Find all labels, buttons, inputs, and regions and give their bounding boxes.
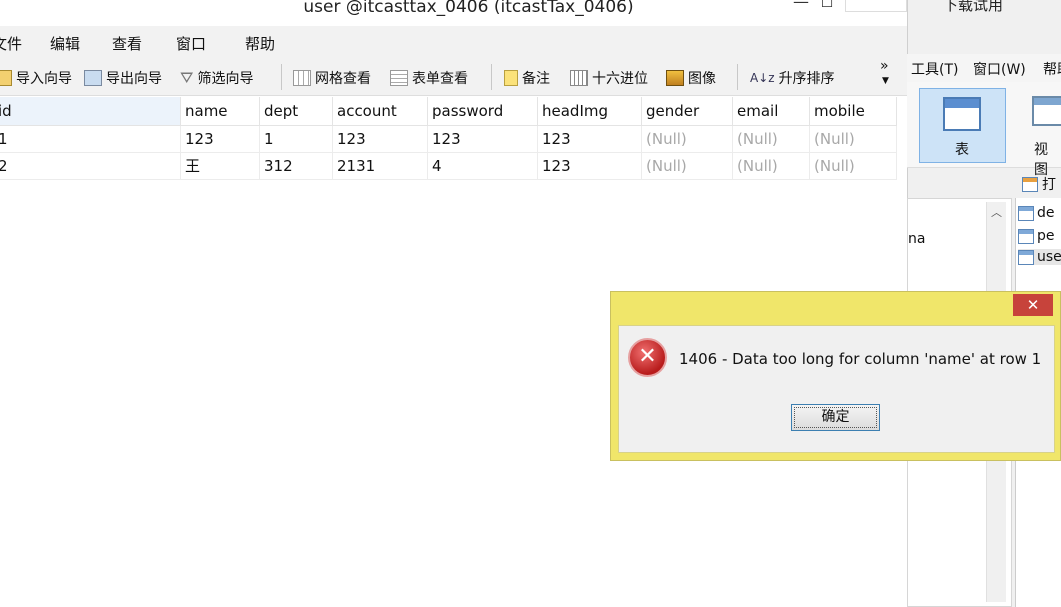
- menu-window[interactable]: 窗口: [176, 33, 206, 54]
- image-icon: [666, 70, 684, 86]
- table-cell-headimg[interactable]: 123: [538, 126, 642, 153]
- open-table-button[interactable]: 打: [1022, 174, 1056, 194]
- column-header-email[interactable]: email: [733, 97, 810, 126]
- background-menu-bar: 工具(T) 窗口(W) 帮助: [907, 54, 1061, 82]
- view-icon: [1032, 96, 1061, 126]
- toolbar-separator: [491, 64, 492, 90]
- column-header-id[interactable]: id: [0, 97, 181, 126]
- table-icon: [1018, 205, 1034, 221]
- menu-file[interactable]: 文件: [0, 33, 22, 54]
- tree-item-selected[interactable]: use: [1018, 249, 1061, 265]
- export-label: 导出向导: [106, 71, 162, 87]
- form-view-button[interactable]: 表单查看: [390, 68, 468, 88]
- table-icon: [1018, 228, 1034, 244]
- menu-help-bg[interactable]: 帮助: [1043, 59, 1061, 79]
- grid-view-label: 网格查看: [315, 71, 371, 87]
- import-label: 导入向导: [16, 71, 72, 87]
- window-title: user @itcasttax_0406 (itcastTax_0406): [303, 0, 634, 17]
- table-cell-headimg[interactable]: 123: [538, 153, 642, 180]
- sort-ascending-icon: A↓z: [750, 71, 775, 85]
- tree-item-label: pe: [1037, 228, 1055, 244]
- table-cell-account[interactable]: 123: [333, 126, 428, 153]
- filter-label: 筛选向导: [197, 71, 254, 87]
- column-header-password[interactable]: password: [428, 97, 538, 126]
- menu-help[interactable]: 帮助: [245, 33, 275, 54]
- menu-edit[interactable]: 编辑: [50, 33, 80, 54]
- dialog-close-button[interactable]: ✕: [1013, 294, 1053, 316]
- form-icon: [390, 70, 408, 86]
- table-cell-dept[interactable]: 1: [260, 126, 333, 153]
- toolbar-overflow-arrow-icon[interactable]: ▼: [882, 76, 889, 86]
- filter-wizard-button[interactable]: ⛛ 筛选向导: [180, 68, 253, 88]
- table-cell-password[interactable]: 4: [428, 153, 538, 180]
- menu-tools[interactable]: 工具(T): [911, 59, 958, 79]
- scroll-up-icon[interactable]: ︿: [991, 204, 1002, 220]
- maximize-button[interactable]: ☐: [812, 0, 842, 13]
- toolbar-overflow-button[interactable]: »: [880, 58, 889, 74]
- tree-item-label: de: [1037, 205, 1055, 221]
- sort-ascending-button[interactable]: A↓z 升序排序: [750, 68, 835, 88]
- table-cell-gender[interactable]: (Null): [642, 153, 733, 180]
- table-cell-id[interactable]: 1: [0, 126, 181, 153]
- close-button[interactable]: [845, 0, 907, 12]
- column-header-mobile[interactable]: mobile: [810, 97, 897, 126]
- form-view-label: 表单查看: [412, 71, 468, 87]
- grid-view-button[interactable]: 网格查看: [293, 68, 371, 88]
- object-list-text: na: [908, 231, 926, 247]
- ok-button[interactable]: 确定: [791, 404, 880, 431]
- view-button-label[interactable]: 视图: [1034, 139, 1061, 179]
- filter-icon: ⛛: [180, 68, 194, 87]
- menu-view[interactable]: 查看: [112, 33, 142, 54]
- open-table-label: 打: [1042, 177, 1056, 193]
- table-cell-dept[interactable]: 312: [260, 153, 333, 180]
- column-header-dept[interactable]: dept: [260, 97, 333, 126]
- table-icon: [943, 97, 981, 131]
- error-icon: ✕: [628, 338, 667, 377]
- dialog-body: [618, 325, 1055, 453]
- image-label: 图像: [688, 71, 716, 87]
- sort-ascending-label: 升序排序: [778, 71, 835, 87]
- menu-window-bg[interactable]: 窗口(W): [973, 59, 1026, 79]
- table-cell-password[interactable]: 123: [428, 126, 538, 153]
- table-cell-email[interactable]: (Null): [733, 126, 810, 153]
- open-table-icon: [1022, 176, 1038, 192]
- note-label: 备注: [522, 71, 550, 87]
- download-trial-text[interactable]: 下载试用: [943, 0, 1003, 15]
- note-button[interactable]: 备注: [504, 68, 550, 88]
- table-cell-name[interactable]: 123: [181, 126, 260, 153]
- table-button[interactable]: 表: [919, 88, 1006, 163]
- table-cell-name[interactable]: 王: [181, 153, 260, 180]
- image-button[interactable]: 图像: [666, 68, 716, 88]
- tree-item[interactable]: de: [1018, 205, 1055, 221]
- column-header-gender[interactable]: gender: [642, 97, 733, 126]
- table-cell-mobile[interactable]: (Null): [810, 153, 897, 180]
- note-icon: [504, 70, 518, 86]
- import-icon: [0, 70, 12, 86]
- hex-label: 十六进位: [592, 71, 648, 87]
- table-icon: [1018, 249, 1034, 265]
- table-cell-account[interactable]: 2131: [333, 153, 428, 180]
- error-message: 1406 - Data too long for column 'name' a…: [679, 350, 1042, 368]
- column-header-headimg[interactable]: headImg: [538, 97, 642, 126]
- export-icon: [84, 70, 102, 86]
- menu-bar: 文件 编辑 查看 窗口 帮助: [0, 26, 907, 58]
- table-cell-gender[interactable]: (Null): [642, 126, 733, 153]
- toolbar-separator: [281, 64, 282, 90]
- table-button-label: 表: [955, 142, 969, 158]
- grid-icon: [293, 70, 311, 86]
- hex-button[interactable]: 十六进位: [570, 68, 648, 88]
- hex-icon: [570, 70, 588, 86]
- column-header-name[interactable]: name: [181, 97, 260, 126]
- column-header-account[interactable]: account: [333, 97, 428, 126]
- table-cell-id[interactable]: 2: [0, 153, 181, 180]
- import-wizard-button[interactable]: 导入向导: [0, 68, 72, 88]
- table-cell-mobile[interactable]: (Null): [810, 126, 897, 153]
- toolbar-separator: [737, 64, 738, 90]
- toolbar: 导入向导 导出向导 ⛛ 筛选向导 网格查看 表单查看 备注 十六进位 图像 A↓…: [0, 58, 907, 96]
- tree-item[interactable]: pe: [1018, 228, 1055, 244]
- tree-item-label: use: [1037, 249, 1061, 265]
- export-wizard-button[interactable]: 导出向导: [84, 68, 162, 88]
- table-cell-email[interactable]: (Null): [733, 153, 810, 180]
